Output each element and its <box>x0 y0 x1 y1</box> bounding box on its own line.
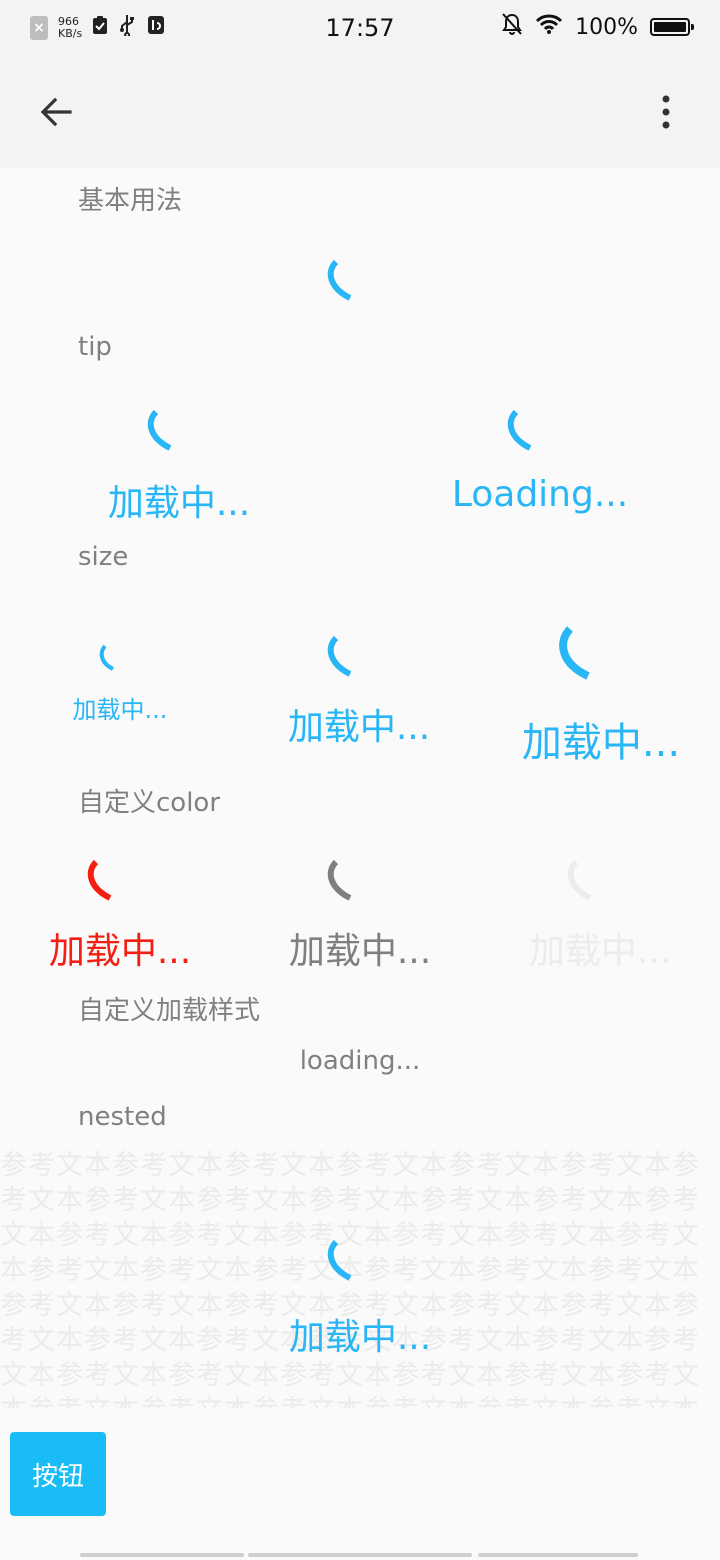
back-button[interactable] <box>30 86 82 138</box>
tip-text-red: 加载中... <box>48 931 192 972</box>
loading-spinner-large-icon <box>559 626 590 680</box>
scroll-bar-segment <box>248 1553 472 1557</box>
battery-level <box>654 22 686 32</box>
section-title-basic: 基本用法 <box>78 186 183 216</box>
scroll-bar-segment <box>80 1553 244 1557</box>
battery-icon <box>650 18 694 36</box>
bottom-scroll-indicator <box>0 1553 720 1560</box>
app-bar <box>0 58 720 168</box>
content: 基本用法 tip 加载中... Loading... size 加载中... 加… <box>0 168 720 1560</box>
tip-text: Loading... <box>451 474 629 515</box>
section-title-tip: tip <box>78 332 112 362</box>
nested-loading-mask <box>0 1148 720 1408</box>
status-right-icons: 100% <box>501 12 694 42</box>
tip-text-default: 加载中... <box>287 707 431 748</box>
loading-spinner-icon <box>327 259 352 301</box>
section-title-color: 自定义color <box>78 788 221 818</box>
more-menu-button[interactable] <box>646 86 686 138</box>
primary-button[interactable]: 按钮 <box>10 1432 106 1516</box>
tip-text-small: 加载中... <box>72 696 168 724</box>
arrow-back-icon <box>40 97 72 127</box>
tip-text-gray: 加载中... <box>288 931 432 972</box>
tip-text-light: 加载中... <box>528 931 672 972</box>
section-title-nested: nested <box>78 1102 167 1132</box>
custom-loading-text: loading... <box>299 1046 421 1076</box>
more-vert-icon <box>662 95 670 129</box>
loading-spinner-gray-icon <box>327 859 352 901</box>
tip-text-large: 加载中... <box>521 720 681 766</box>
nested-container: 参考文本参考文本参考文本参考文本参考文本参考文本参考文本参考文本参考文本参考文本… <box>0 1148 720 1408</box>
section-title-custom: 自定义加载样式 <box>78 996 261 1026</box>
tip-text: 加载中... <box>107 483 251 524</box>
loading-spinner-red-icon <box>87 859 112 901</box>
wifi-icon <box>535 13 563 41</box>
loading-spinner-icon <box>507 409 532 451</box>
battery-percent: 100% <box>575 14 638 40</box>
loading-spinner-light-icon <box>567 859 592 901</box>
section-title-size: size <box>78 542 129 572</box>
notifications-off-icon <box>501 12 523 42</box>
tip-text-nested: 加载中... <box>288 1317 432 1358</box>
status-bar: × 966 KB/s 17:57 100% <box>0 0 720 58</box>
loading-spinner-icon <box>147 409 172 451</box>
scroll-bar-segment <box>478 1553 638 1557</box>
loading-spinner-nested-icon <box>327 1239 352 1281</box>
loading-spinner-default-icon <box>327 635 352 677</box>
loading-spinner-small-icon <box>99 644 114 671</box>
